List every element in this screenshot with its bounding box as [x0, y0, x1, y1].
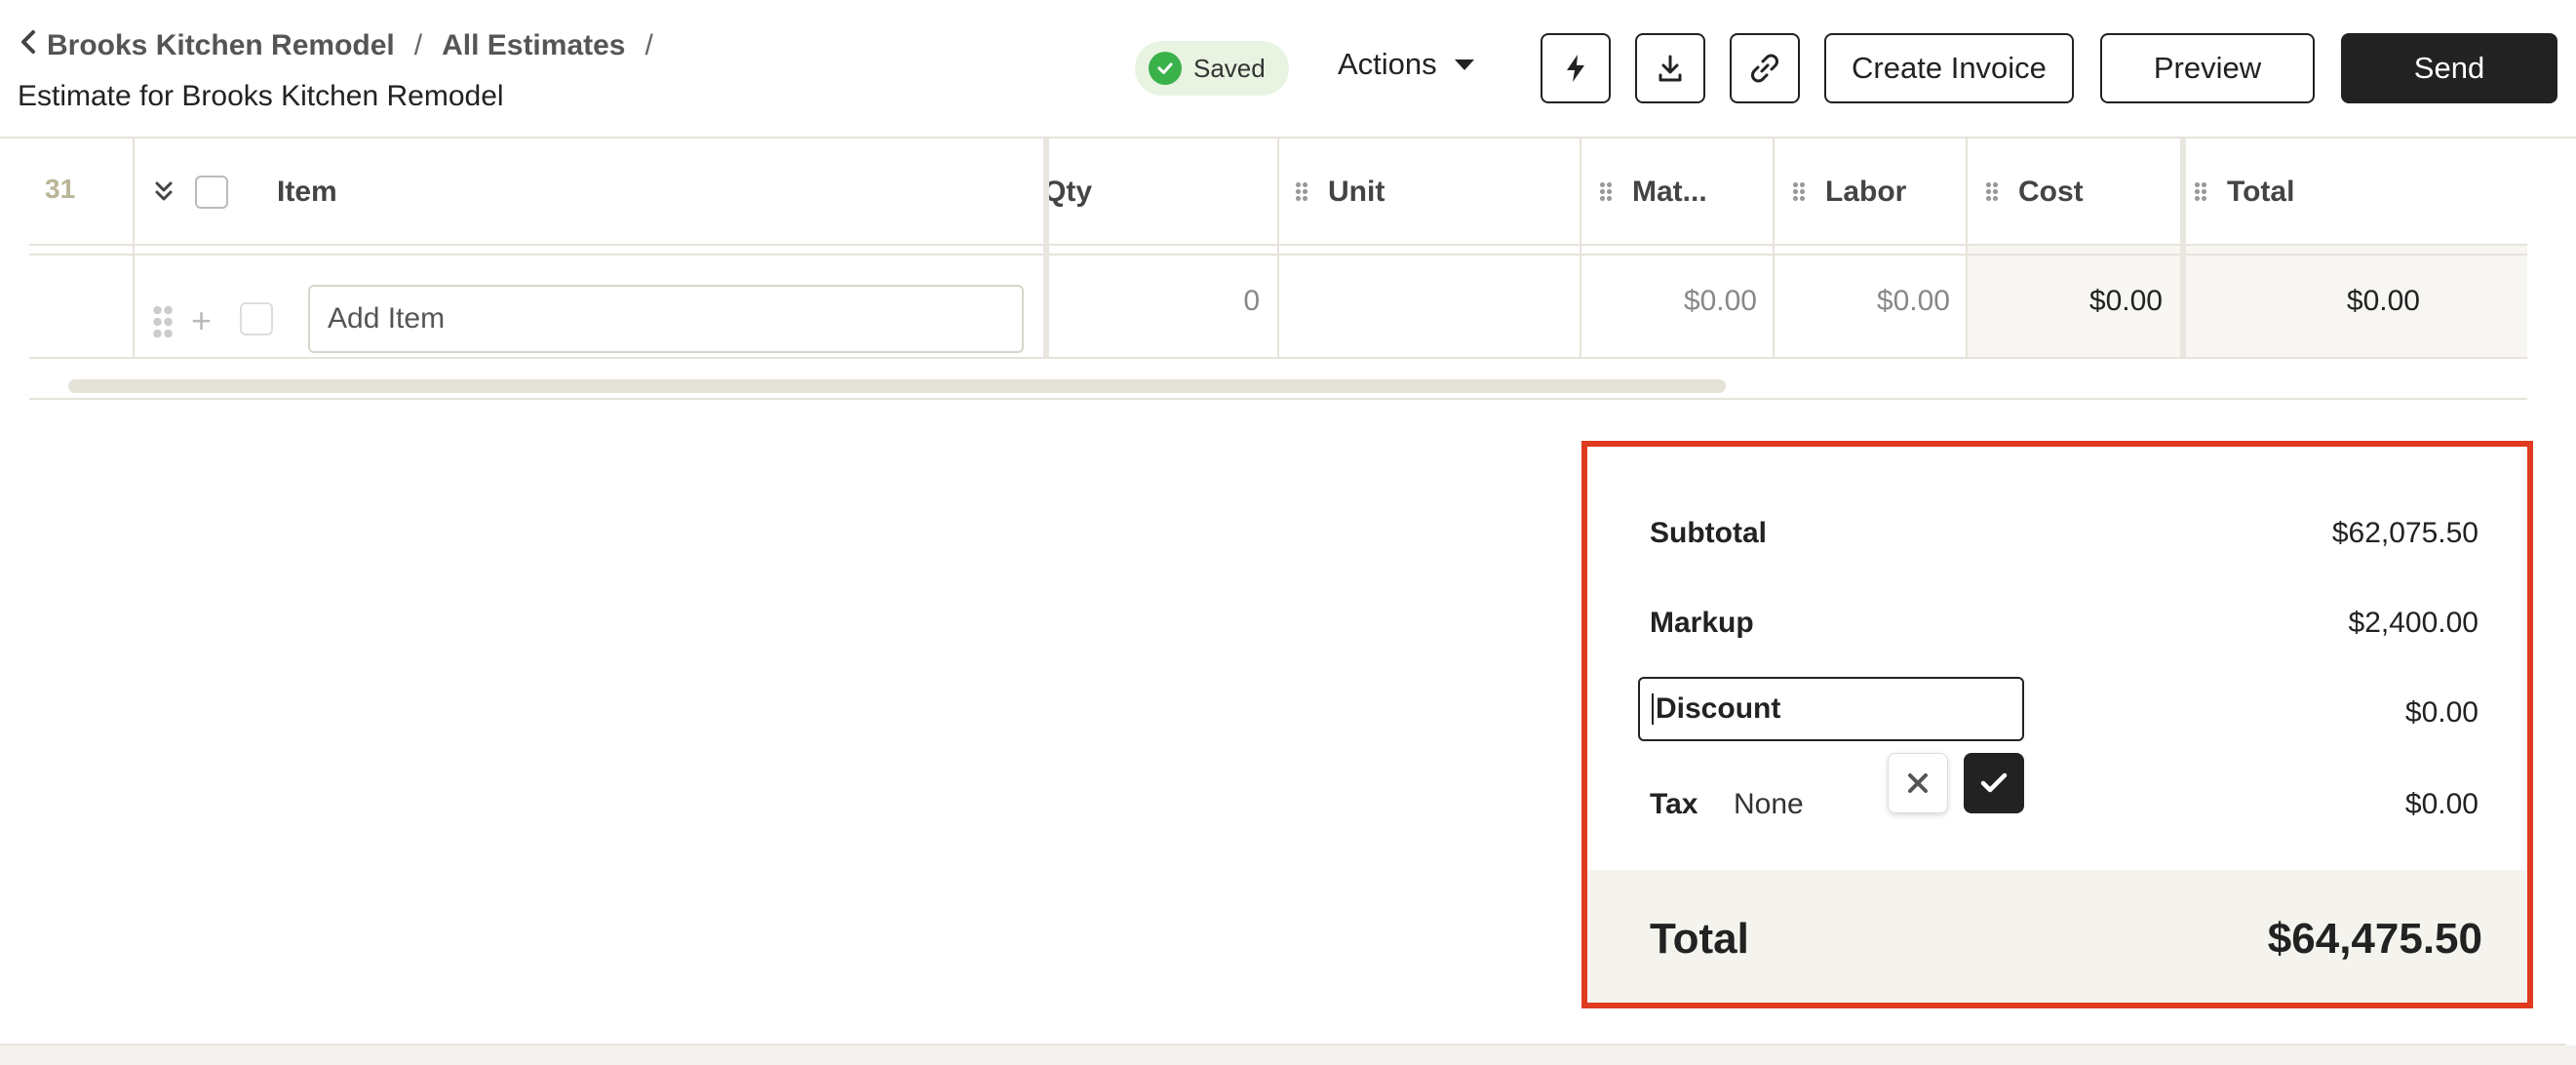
- tax-value: $0.00: [2404, 788, 2478, 820]
- discount-label-text: Discount: [1656, 692, 1781, 725]
- column-label: Qty: [1043, 176, 1093, 208]
- column-label: Mat...: [1632, 176, 1707, 208]
- column-header-unit[interactable]: Unit: [1295, 138, 1385, 246]
- create-invoice-button[interactable]: Create Invoice: [1824, 33, 2074, 103]
- column-header-material[interactable]: Mat...: [1599, 138, 1707, 246]
- breadcrumb-separator: /: [413, 29, 423, 61]
- breadcrumb-estimates-link[interactable]: All Estimates: [442, 29, 625, 62]
- breadcrumb-separator: /: [644, 29, 653, 61]
- drag-handle-icon[interactable]: [1599, 181, 1613, 203]
- column-divider: [133, 138, 135, 357]
- page-bottom-strip: [0, 1045, 2576, 1065]
- close-icon: [1908, 773, 1928, 793]
- subtotal-label: Subtotal: [1650, 517, 1767, 549]
- breadcrumb: Brooks Kitchen Remodel / All Estimates /: [18, 27, 673, 64]
- qty-cell[interactable]: 0: [1049, 246, 1260, 357]
- header-bar: Brooks Kitchen Remodel / All Estimates /…: [0, 0, 2576, 138]
- labor-cell[interactable]: $0.00: [1775, 246, 1950, 357]
- line-items-table: 31 Item Qty Unit Mat... Labor Cost Total…: [29, 138, 2527, 402]
- download-icon: [1659, 55, 1682, 82]
- estimate-page: Brooks Kitchen Remodel / All Estimates /…: [0, 0, 2576, 1065]
- check-icon: [1980, 772, 2008, 793]
- discount-label-input[interactable]: Discount: [1638, 677, 2024, 741]
- row-checkbox[interactable]: [240, 302, 273, 335]
- row-drag-handle-icon[interactable]: [152, 304, 174, 339]
- cancel-edit-button[interactable]: [1888, 753, 1948, 813]
- add-item-input[interactable]: Add Item: [308, 285, 1024, 353]
- column-label: Labor: [1825, 176, 1907, 208]
- horizontal-scrollbar[interactable]: [68, 379, 1726, 393]
- column-label: Item: [277, 176, 337, 208]
- drag-handle-icon[interactable]: [1985, 181, 1999, 203]
- text-cursor: [1652, 693, 1654, 725]
- plus-icon[interactable]: +: [191, 300, 212, 341]
- preview-button[interactable]: Preview: [2100, 33, 2315, 103]
- markup-label[interactable]: Markup: [1650, 607, 1754, 640]
- actions-label: Actions: [1338, 47, 1437, 81]
- subtotal-value: $62,075.50: [2331, 517, 2478, 549]
- column-header-item[interactable]: Item: [277, 138, 337, 246]
- column-label: Cost: [2018, 176, 2084, 208]
- lightning-icon: [1567, 55, 1584, 82]
- column-header-total[interactable]: Total: [2194, 138, 2294, 246]
- copy-link-button[interactable]: [1730, 33, 1800, 103]
- column-header-qty[interactable]: Qty: [1043, 138, 1092, 246]
- select-all-checkbox[interactable]: [195, 176, 228, 209]
- total-value: $64,475.50: [2267, 915, 2482, 963]
- material-cell[interactable]: $0.00: [1581, 246, 1757, 357]
- row-count: 31: [45, 174, 76, 204]
- caret-down-icon: [1454, 59, 1474, 70]
- download-button[interactable]: [1635, 33, 1705, 103]
- estimate-summary-panel: Subtotal $62,075.50 Markup $2,400.00 Dis…: [1581, 441, 2533, 1008]
- drag-handle-icon[interactable]: [1295, 181, 1308, 203]
- status-badge: Saved: [1135, 41, 1289, 96]
- total-row: Total $64,475.50: [1587, 870, 2527, 1003]
- drag-handle-icon[interactable]: [2194, 181, 2207, 203]
- collapse-all-icon[interactable]: [152, 178, 176, 210]
- discount-value: $0.00: [2404, 696, 2478, 729]
- tax-rate-select[interactable]: None: [1734, 788, 1804, 821]
- column-label: Unit: [1328, 176, 1386, 208]
- total-label: Total: [1650, 915, 1749, 963]
- markup-value: $2,400.00: [2348, 607, 2478, 639]
- status-label: Saved: [1193, 53, 1266, 83]
- column-header-cost[interactable]: Cost: [1985, 138, 2084, 246]
- page-title: Estimate for Brooks Kitchen Remodel: [18, 80, 504, 112]
- chevron-left-icon[interactable]: [18, 27, 47, 64]
- drag-handle-icon[interactable]: [1792, 181, 1806, 203]
- breadcrumb-project-link[interactable]: Brooks Kitchen Remodel: [47, 29, 395, 62]
- check-circle-icon: [1149, 52, 1182, 85]
- tax-label: Tax: [1650, 788, 1698, 820]
- quick-action-button[interactable]: [1541, 33, 1611, 103]
- column-label: Total: [2227, 176, 2295, 208]
- cost-cell: $0.00: [2088, 285, 2163, 317]
- column-header-labor[interactable]: Labor: [1792, 138, 1906, 246]
- link-icon: [1751, 54, 1778, 83]
- total-cell: $0.00: [2346, 285, 2420, 317]
- send-button[interactable]: Send: [2341, 33, 2557, 103]
- table-divider: [29, 357, 2527, 359]
- unit-cell[interactable]: [1279, 246, 1562, 357]
- confirm-edit-button[interactable]: [1964, 753, 2024, 813]
- actions-dropdown[interactable]: Actions: [1338, 47, 1474, 82]
- table-divider: [29, 398, 2527, 400]
